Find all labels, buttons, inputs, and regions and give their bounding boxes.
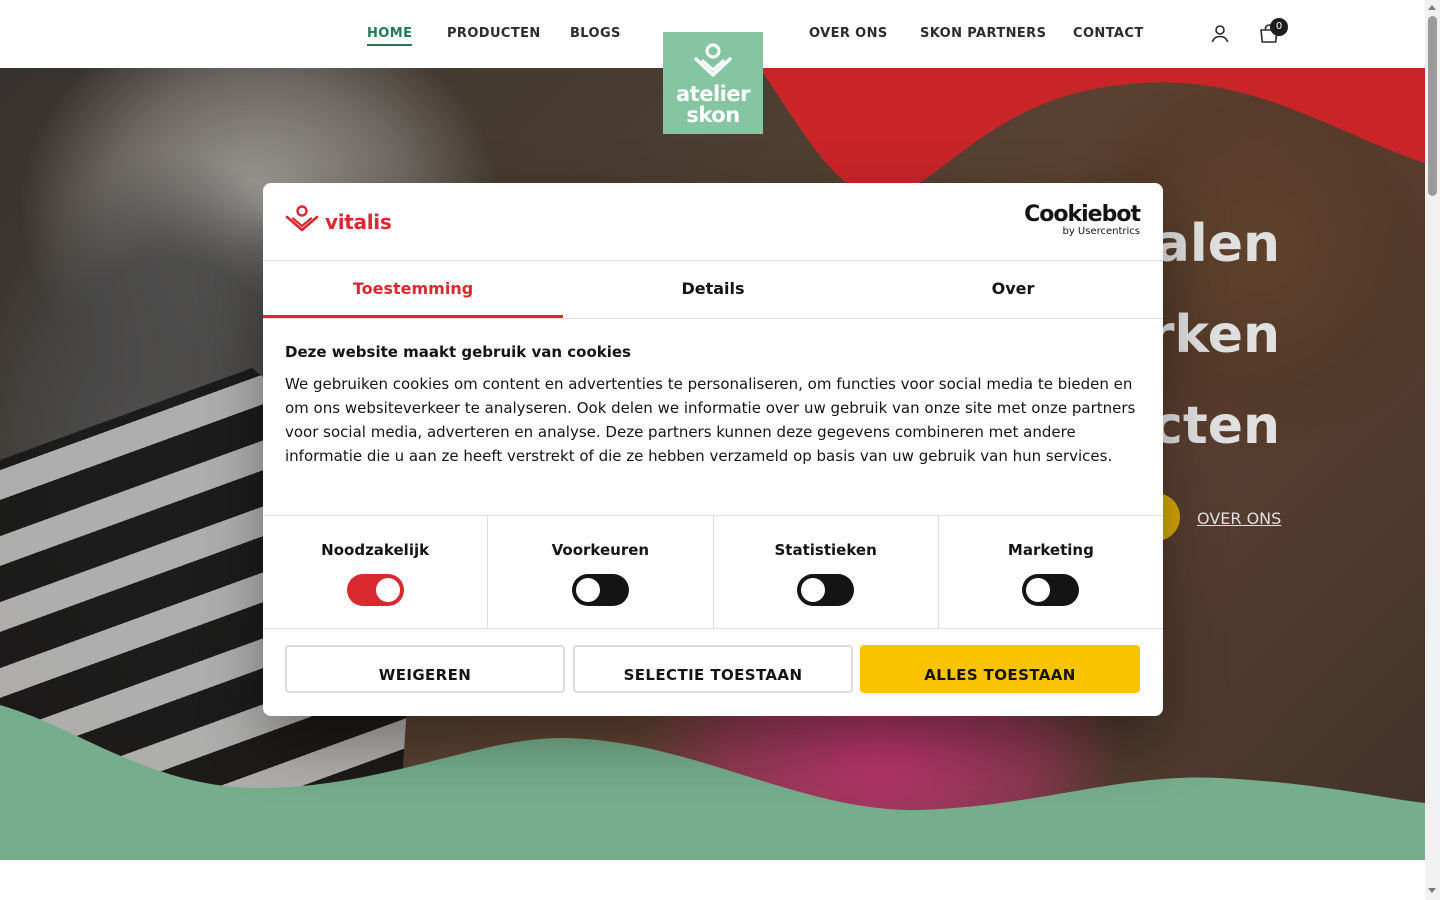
- toggle-knob: [1026, 578, 1051, 602]
- vitalis-logo: vitalis: [285, 205, 392, 237]
- toggle-knob: [575, 578, 600, 602]
- tab-over[interactable]: Over: [863, 261, 1163, 318]
- tab-toestemming[interactable]: Toestemming: [263, 261, 563, 318]
- hero-over-ons-link[interactable]: OVER ONS: [1197, 509, 1281, 528]
- logo-heart-icon: [694, 43, 732, 77]
- cookie-consent-dialog: vitalis Cookiebot by Usercentrics Toeste…: [263, 183, 1163, 716]
- nav-over-ons[interactable]: OVER ONS: [809, 26, 888, 41]
- scroll-up-arrow-icon[interactable]: [1428, 5, 1436, 10]
- nav-contact[interactable]: CONTACT: [1073, 26, 1144, 41]
- consent-categories: Noodzakelijk Voorkeuren Statistieken Mar…: [263, 516, 1163, 629]
- tab-details[interactable]: Details: [563, 261, 863, 318]
- toggle-knob: [801, 578, 826, 602]
- cookiebot-sub: by Usercentrics: [1062, 226, 1140, 237]
- toggle-marketing[interactable]: [1022, 574, 1080, 606]
- scroll-down-arrow-icon[interactable]: [1428, 888, 1436, 893]
- category-label: Noodzakelijk: [321, 541, 430, 559]
- toggle-voorkeuren[interactable]: [571, 574, 629, 606]
- allow-all-button[interactable]: ALLES TOESTAAN: [860, 645, 1140, 693]
- nav-producten[interactable]: PRODUCTEN: [447, 26, 541, 41]
- toggle-noodzakelijk[interactable]: [346, 574, 404, 606]
- category-label: Statistieken: [774, 541, 877, 559]
- vitalis-heart-icon: [285, 205, 319, 232]
- user-icon[interactable]: [1208, 22, 1232, 46]
- cart-count-badge: 0: [1270, 18, 1288, 36]
- category-voorkeuren: Voorkeuren: [488, 516, 714, 628]
- scrollbar-thumb[interactable]: [1428, 16, 1437, 196]
- atelier-skon-logo[interactable]: atelier skon: [663, 32, 763, 134]
- cookiebot-logo-link[interactable]: Cookiebot by Usercentrics: [1024, 202, 1141, 237]
- category-noodzakelijk: Noodzakelijk: [263, 516, 489, 628]
- nav-home[interactable]: HOME: [367, 26, 413, 46]
- logo-text-atelier: atelier: [676, 82, 750, 106]
- dialog-header: vitalis Cookiebot by Usercentrics: [263, 183, 1163, 261]
- nav-skon-partners[interactable]: SKON PARTNERS: [920, 26, 1046, 41]
- category-label: Voorkeuren: [551, 541, 650, 559]
- vitalis-brand-name: vitalis: [325, 210, 392, 234]
- allow-selection-button[interactable]: SELECTIE TOESTAAN: [573, 645, 853, 693]
- nav-blogs[interactable]: BLOGS: [570, 26, 621, 41]
- dialog-heading: Deze website maakt gebruik van cookies: [285, 343, 631, 361]
- deny-button[interactable]: WEIGEREN: [285, 645, 565, 693]
- category-label: Marketing: [1007, 541, 1094, 559]
- dialog-actions: WEIGEREN SELECTIE TOESTAAN ALLES TOESTAA…: [263, 629, 1163, 715]
- cookiebot-name: Cookiebot: [1024, 202, 1141, 227]
- category-marketing: Marketing: [939, 516, 1163, 628]
- toggle-knob: [375, 578, 400, 602]
- toggle-statistieken[interactable]: [797, 574, 855, 606]
- dialog-tabs: Toestemming Details Over: [263, 261, 1163, 319]
- category-statistieken: Statistieken: [714, 516, 939, 628]
- dialog-body: Deze website maakt gebruik van cookies W…: [263, 319, 1163, 516]
- dialog-description: We gebruiken cookies om content en adver…: [285, 375, 1136, 465]
- page-scrollbar[interactable]: [1425, 0, 1440, 900]
- logo-text-skon: skon: [686, 103, 740, 127]
